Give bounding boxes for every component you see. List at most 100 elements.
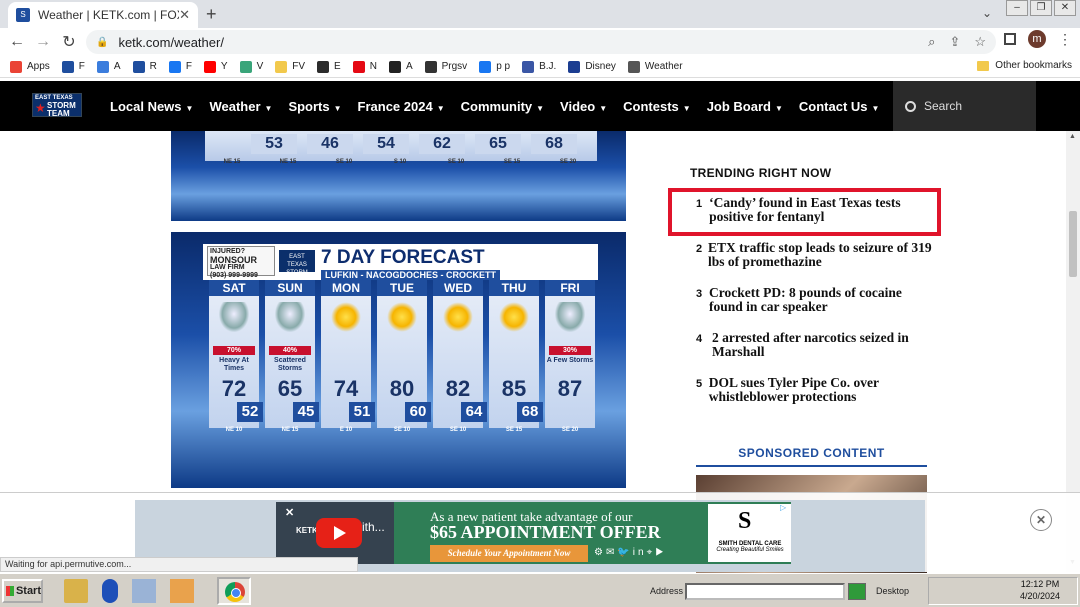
bookmark-icon — [388, 60, 401, 73]
nav-item[interactable]: Community ▼ — [461, 99, 544, 114]
forecast-winds-row: NE 10 NE 15 E 10 SE 10 SE 10 SE 15 SE 20 — [209, 427, 601, 433]
trending-item[interactable]: 3 Crockett PD: 8 pounds of cocaine found … — [696, 286, 936, 314]
bluetooth-icon[interactable] — [102, 579, 118, 603]
logo-star-icon: ★ — [35, 101, 46, 115]
bookmark-item[interactable]: Disney — [568, 60, 616, 73]
calculator-icon[interactable] — [132, 579, 156, 603]
nav-item[interactable]: Sports ▼ — [288, 99, 341, 114]
high-temp: 72 — [221, 376, 247, 401]
bookmark-item[interactable]: p p — [479, 60, 511, 73]
back-arrow-icon[interactable]: ← — [4, 33, 30, 51]
wind-label: E 10 — [339, 427, 353, 433]
restore-icon[interactable]: ❐ — [1030, 0, 1052, 16]
thunderstorm-icon — [219, 302, 249, 332]
trending-item[interactable]: 2 ETX traffic stop leads to seizure of 31… — [696, 241, 936, 269]
ad-schedule-button[interactable]: Schedule Your Appointment Now — [430, 545, 588, 562]
clock[interactable]: 12:12 PM 4/20/2024 — [1020, 578, 1060, 602]
lock-icon[interactable]: 🔒 — [96, 37, 108, 48]
scrollbar-thumb[interactable] — [1069, 211, 1077, 277]
menu-kebab-icon[interactable]: ⋮ — [1058, 31, 1072, 48]
forecast-image-7day[interactable]: INJURED? MONSOUR LAW FIRM (903) 999-9999… — [171, 232, 626, 488]
storm-team-logo[interactable]: EAST TEXAS ★ STORM TEAM — [32, 93, 82, 118]
scroll-up-icon[interactable]: ▲ — [1069, 133, 1076, 140]
url-text[interactable]: ketk.com/weather/ — [118, 35, 914, 50]
nav-item[interactable]: Local News ▼ — [110, 99, 193, 114]
bookmark-item[interactable]: F — [168, 60, 192, 73]
trending-item[interactable]: 4 2 arrested after narcotics seized in Ma… — [696, 331, 936, 359]
bookmark-icon — [627, 60, 640, 73]
address-bar[interactable]: 🔒 ketk.com/weather/ ⌕ ⇪ ☆ — [86, 30, 996, 54]
trending-number: 3 — [696, 288, 703, 300]
highlight-box — [668, 188, 941, 236]
other-bookmarks[interactable]: Other bookmarks — [977, 60, 1072, 71]
nav-item[interactable]: Video ▼ — [560, 99, 607, 114]
adchoices-icon[interactable]: ▷ — [780, 503, 786, 512]
bookmark-icon — [352, 60, 365, 73]
nav-item[interactable]: France 2024 ▼ — [358, 99, 445, 114]
forecast-title: 7 DAY FORECAST — [321, 247, 485, 268]
close-window-icon[interactable]: ✕ — [1054, 0, 1076, 16]
zoom-icon[interactable]: ⌕ — [928, 34, 935, 50]
bookmark-item[interactable]: Y — [203, 60, 228, 73]
ad-video-close-icon[interactable]: ✕ — [285, 506, 294, 519]
nav-item[interactable]: Job Board ▼ — [707, 99, 783, 114]
trending-headline-link[interactable]: ETX traffic stop leads to seizure of 319… — [708, 241, 936, 269]
bookmark-item[interactable]: Weather — [627, 60, 683, 73]
trending-headline-link[interactable]: 2 arrested after narcotics seized in Mar… — [712, 331, 936, 359]
sponsor-phone: (903) 999-9999 — [210, 272, 258, 279]
precip-chance: 40% — [269, 346, 311, 355]
ad-social-icons[interactable]: ⚙✉🐦in⌖▶ — [594, 547, 666, 558]
close-tab-icon[interactable]: ✕ — [179, 7, 190, 23]
desktop-label[interactable]: Desktop — [876, 586, 909, 596]
taskbar-address-input[interactable] — [685, 583, 845, 600]
nav-item[interactable]: Contests ▼ — [623, 99, 691, 114]
address-go-icon[interactable] — [848, 583, 866, 600]
nav-item[interactable]: Weather ▼ — [209, 99, 272, 114]
bookmark-item[interactable]: A — [96, 60, 121, 73]
day-name: SUN — [265, 280, 315, 296]
bookmark-item[interactable]: N — [352, 60, 377, 73]
bookmark-item[interactable]: A — [388, 60, 413, 73]
media-icon[interactable] — [170, 579, 194, 603]
explorer-icon[interactable] — [64, 579, 88, 603]
caret-down-icon: ▼ — [599, 103, 608, 113]
share-icon[interactable]: ⇪ — [949, 34, 960, 50]
chrome-taskbar-button[interactable] — [217, 577, 251, 605]
nav-item[interactable]: Contact Us ▼ — [799, 99, 880, 114]
forward-arrow-icon[interactable]: → — [30, 33, 56, 51]
bookmark-item[interactable]: R — [132, 60, 157, 73]
bookmark-item[interactable]: F — [61, 60, 85, 73]
trending-headline-link[interactable]: DOL sues Tyler Pipe Co. over whistleblow… — [709, 376, 936, 404]
bookmark-label: p p — [496, 61, 511, 72]
site-search[interactable]: Search — [893, 81, 1036, 131]
bookmark-item[interactable]: Prgsv — [424, 60, 467, 73]
tab-search-chevron-icon[interactable]: ⌄ — [982, 6, 992, 20]
minimize-icon[interactable]: – — [1006, 0, 1028, 16]
new-tab-icon[interactable]: + — [206, 4, 217, 25]
youtube-play-icon[interactable] — [316, 518, 362, 548]
bookmark-star-icon[interactable]: ☆ — [974, 34, 986, 50]
other-bookmarks-label: Other bookmarks — [995, 60, 1072, 71]
bookmark-icon — [424, 60, 437, 73]
bookmark-item[interactable]: B.J. — [522, 60, 556, 73]
site-favicon-icon: S — [16, 8, 30, 22]
bookmark-item[interactable]: FV — [275, 60, 305, 73]
start-button[interactable]: Start — [2, 579, 43, 603]
ad-close-icon[interactable]: ✕ — [1030, 509, 1052, 531]
tab-title: Weather | KETK.com | FOX51.com — [38, 8, 179, 22]
caret-down-icon: ▼ — [774, 103, 783, 113]
forecast-image-previous[interactable]: 53 46 54 62 65 68 NE 15 NE 15 SE 10 S 10 SE 10 SE … — [171, 131, 626, 221]
bookmark-item[interactable]: E — [317, 60, 341, 73]
nav-item-label: Local News — [110, 98, 182, 114]
browser-tab[interactable]: S Weather | KETK.com | FOX51.com ✕ — [8, 2, 198, 28]
profile-avatar[interactable]: m — [1028, 30, 1046, 48]
reload-icon[interactable]: ↻ — [56, 32, 82, 52]
bookmark-icon — [522, 60, 535, 73]
trending-headline-link[interactable]: Crockett PD: 8 pounds of cocaine found i… — [709, 286, 936, 314]
bookmark-icon — [317, 60, 330, 73]
bookmark-item[interactable]: Apps — [10, 60, 50, 73]
trending-item[interactable]: 5 DOL sues Tyler Pipe Co. over whistleblo… — [696, 376, 936, 404]
day-name: WED — [433, 280, 483, 296]
side-panel-icon[interactable] — [1004, 33, 1016, 45]
bookmark-item[interactable]: V — [239, 60, 263, 73]
